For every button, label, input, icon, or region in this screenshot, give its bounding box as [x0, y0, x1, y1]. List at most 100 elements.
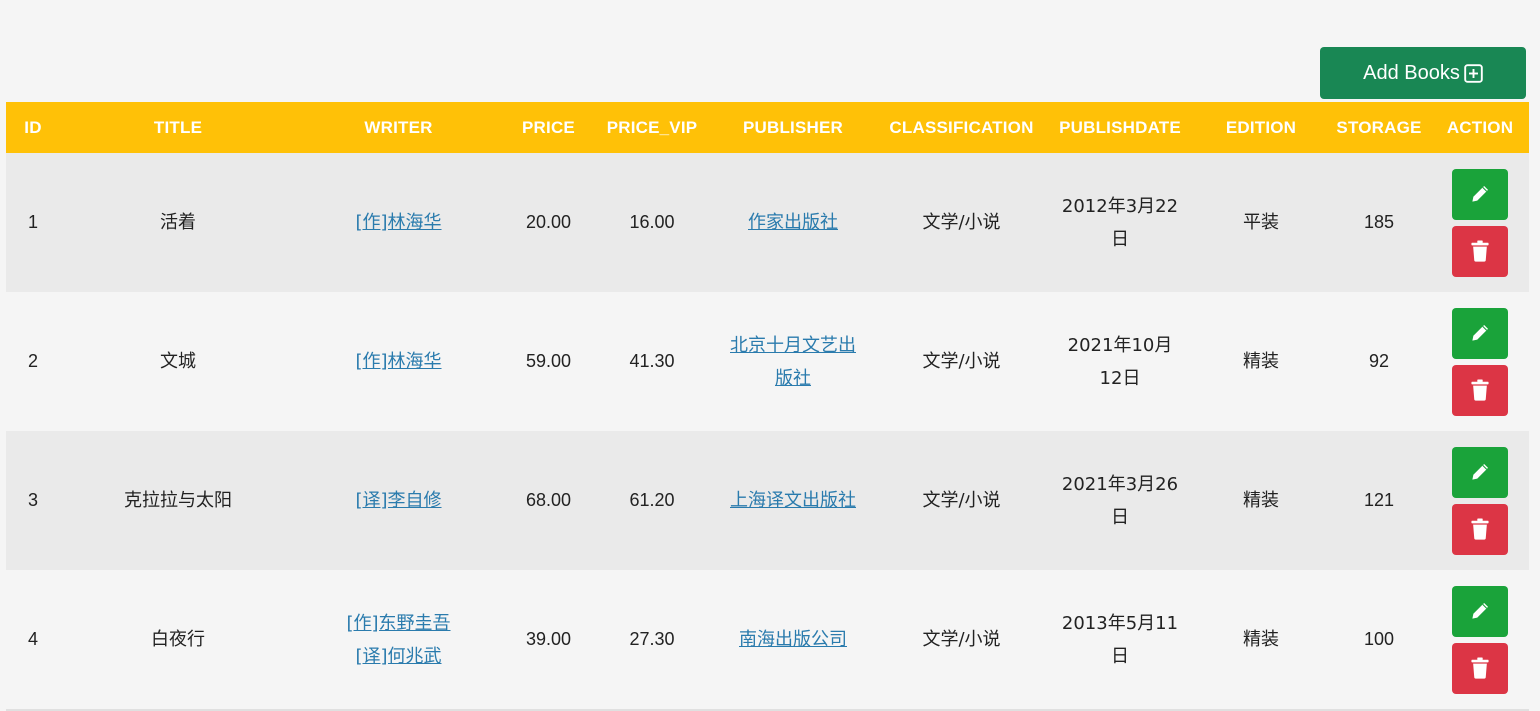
add-books-button[interactable]: Add Books	[1320, 47, 1526, 99]
publisher-wrap: 南海出版公司	[725, 623, 861, 656]
action-buttons	[1431, 168, 1529, 277]
writer-link[interactable]: [作]东野圭吾	[346, 613, 450, 634]
cell-id: 3	[6, 431, 60, 570]
table-row: 2 文城 [作]林海华 59.00 41.30 北京十月文艺出版社 文学/小说 2021年10…	[6, 292, 1529, 431]
cell-classification: 文学/小说	[878, 292, 1045, 431]
publisher-wrap: 北京十月文艺出版社	[725, 329, 861, 395]
cell-writer: [作]林海华	[296, 153, 501, 292]
publishdate-text: 2021年3月26日	[1061, 473, 1179, 528]
cell-storage: 100	[1327, 570, 1431, 711]
action-buttons	[1431, 307, 1529, 416]
cell-classification: 文学/小说	[878, 570, 1045, 711]
edit-button[interactable]	[1452, 168, 1508, 220]
cell-writer: [作]林海华	[296, 292, 501, 431]
cell-price-vip: 41.30	[596, 292, 708, 431]
trash-icon	[1471, 518, 1489, 540]
cell-writer: [作]东野圭吾 [译]何兆武	[296, 570, 501, 711]
cell-title: 白夜行	[60, 570, 296, 711]
cell-title: 克拉拉与太阳	[60, 431, 296, 570]
column-header-classification: CLASSIFICATION	[878, 102, 1045, 153]
cell-action	[1431, 292, 1529, 431]
pencil-icon	[1472, 186, 1488, 202]
delete-button[interactable]	[1452, 225, 1508, 277]
cell-publishdate: 2012年3月22日	[1045, 153, 1195, 292]
cell-writer: [译]李自修	[296, 431, 501, 570]
edit-button[interactable]	[1452, 585, 1508, 637]
cell-price-vip: 61.20	[596, 431, 708, 570]
publishdate-text: 2021年10月12日	[1067, 334, 1173, 389]
publishdate-text: 2012年3月22日	[1061, 195, 1179, 250]
cell-publisher: 作家出版社	[708, 153, 878, 292]
pencil-icon	[1472, 325, 1488, 341]
cell-id: 1	[6, 153, 60, 292]
publisher-wrap: 上海译文出版社	[725, 484, 861, 517]
action-buttons	[1431, 585, 1529, 694]
delete-button[interactable]	[1452, 503, 1508, 555]
cell-edition: 精装	[1195, 431, 1327, 570]
trash-icon	[1471, 240, 1489, 262]
writer-link[interactable]: [作]林海华	[355, 212, 441, 233]
column-header-id: ID	[6, 102, 60, 153]
column-header-price: PRICE	[501, 102, 596, 153]
cell-edition: 精装	[1195, 570, 1327, 711]
cell-publishdate: 2021年3月26日	[1045, 431, 1195, 570]
cell-action	[1431, 153, 1529, 292]
publisher-wrap: 作家出版社	[725, 206, 861, 239]
trash-icon	[1471, 379, 1489, 401]
cell-publishdate: 2013年5月11日	[1045, 570, 1195, 711]
pencil-icon	[1472, 464, 1488, 480]
table-row: 3 克拉拉与太阳 [译]李自修 68.00 61.20 上海译文出版社 文学/小说 2021年…	[6, 431, 1529, 570]
column-header-price-vip: PRICE_VIP	[596, 102, 708, 153]
column-header-publishdate: PUBLISHDATE	[1045, 102, 1195, 153]
publishdate-text: 2013年5月11日	[1061, 612, 1179, 667]
cell-price-vip: 16.00	[596, 153, 708, 292]
delete-button[interactable]	[1452, 364, 1508, 416]
cell-price: 39.00	[501, 570, 596, 711]
edit-button[interactable]	[1452, 307, 1508, 359]
table-row: 1 活着 [作]林海华 20.00 16.00 作家出版社 文学/小说 2012年3月22日平…	[6, 153, 1529, 292]
cell-id: 4	[6, 570, 60, 711]
publisher-link[interactable]: 南海出版公司	[739, 629, 847, 650]
cell-storage: 121	[1327, 431, 1431, 570]
cell-publisher: 北京十月文艺出版社	[708, 292, 878, 431]
edit-button[interactable]	[1452, 446, 1508, 498]
writer-link[interactable]: [译]李自修	[355, 490, 441, 511]
column-header-writer: WRITER	[296, 102, 501, 153]
books-page: Add Books ID TITLE WRITER PRICE PRICE_VIP PUB…	[0, 0, 1540, 711]
cell-price-vip: 27.30	[596, 570, 708, 711]
pencil-icon	[1472, 603, 1488, 619]
table-header-row: ID TITLE WRITER PRICE PRICE_VIP PUBLISHER CLAS…	[6, 102, 1529, 153]
cell-action	[1431, 431, 1529, 570]
cell-price: 59.00	[501, 292, 596, 431]
cell-storage: 92	[1327, 292, 1431, 431]
cell-edition: 精装	[1195, 292, 1327, 431]
writer-link[interactable]: [译]何兆武	[355, 646, 441, 667]
cell-storage: 185	[1327, 153, 1431, 292]
delete-button[interactable]	[1452, 642, 1508, 694]
cell-title: 文城	[60, 292, 296, 431]
column-header-action: ACTION	[1431, 102, 1529, 153]
cell-publisher: 南海出版公司	[708, 570, 878, 711]
action-buttons	[1431, 446, 1529, 555]
books-table: ID TITLE WRITER PRICE PRICE_VIP PUBLISHER CLAS…	[6, 102, 1529, 711]
column-header-publisher: PUBLISHER	[708, 102, 878, 153]
column-header-storage: STORAGE	[1327, 102, 1431, 153]
table-body: 1 活着 [作]林海华 20.00 16.00 作家出版社文学/小说 2012年3月22日平…	[6, 153, 1529, 711]
cell-edition: 平装	[1195, 153, 1327, 292]
cell-action	[1431, 570, 1529, 711]
cell-title: 活着	[60, 153, 296, 292]
table-row: 4 白夜行 [作]东野圭吾 [译]何兆武 39.00 27.30 南海出版公司 文学/小说 20…	[6, 570, 1529, 711]
cell-price: 20.00	[501, 153, 596, 292]
publisher-link[interactable]: 上海译文出版社	[730, 490, 856, 511]
add-books-label: Add Books	[1363, 61, 1460, 84]
cell-classification: 文学/小说	[878, 431, 1045, 570]
cell-id: 2	[6, 292, 60, 431]
cell-price: 68.00	[501, 431, 596, 570]
cell-publishdate: 2021年10月12日	[1045, 292, 1195, 431]
publisher-link[interactable]: 作家出版社	[748, 212, 838, 233]
writer-link[interactable]: [作]林海华	[355, 351, 441, 372]
plus-square-icon	[1464, 63, 1483, 83]
cell-publisher: 上海译文出版社	[708, 431, 878, 570]
publisher-link[interactable]: 北京十月文艺出版社	[730, 335, 856, 389]
trash-icon	[1471, 657, 1489, 679]
